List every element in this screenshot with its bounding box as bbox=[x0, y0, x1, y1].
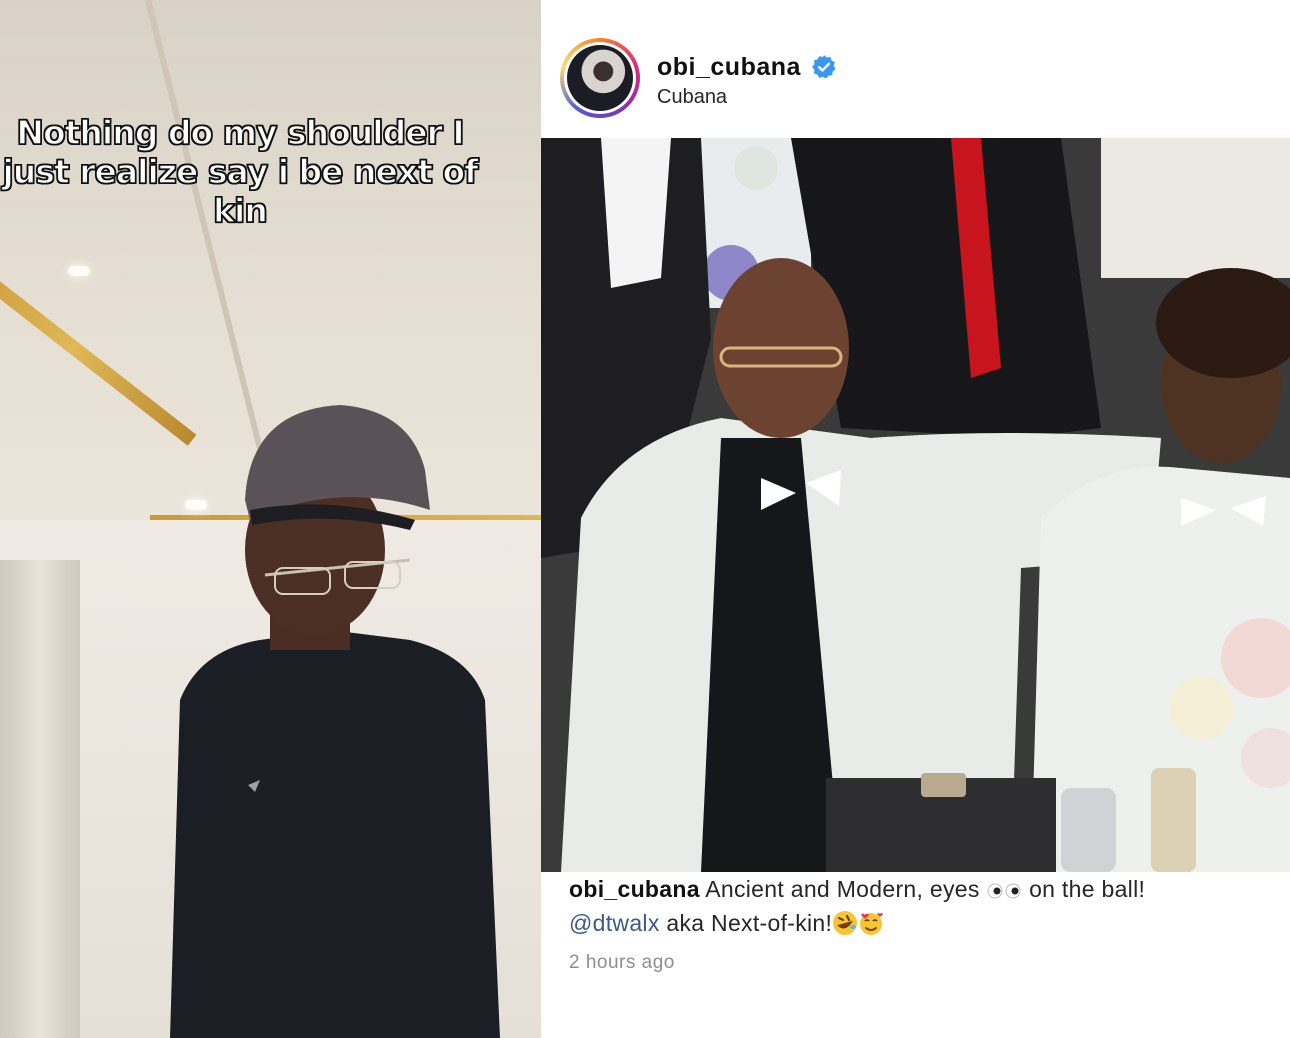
caption-text: Ancient and Modern, eyes bbox=[705, 876, 980, 902]
post-header: obi_cubana Cubana bbox=[541, 0, 1290, 138]
smiling-hearts-emoji-icon bbox=[860, 913, 884, 935]
instagram-post: obi_cubana Cubana obi_cubana Ancient and… bbox=[541, 0, 1290, 1038]
post-timestamp: 2 hours ago bbox=[569, 952, 675, 973]
curtain bbox=[0, 560, 80, 1038]
video-caption-overlay: Nothing do my shoulder I just realize sa… bbox=[0, 112, 480, 231]
caption-mention[interactable]: @dtwalx bbox=[569, 910, 660, 936]
post-photo bbox=[541, 138, 1290, 872]
caption-text: aka Next-of-kin! bbox=[666, 910, 833, 936]
username-row: obi_cubana bbox=[657, 52, 837, 82]
left-video-panel: Nothing do my shoulder I just realize sa… bbox=[0, 0, 541, 1038]
caption-username[interactable]: obi_cubana bbox=[569, 876, 700, 902]
caption-text: on the ball! bbox=[1029, 876, 1146, 902]
post-location[interactable]: Cubana bbox=[657, 86, 727, 109]
post-caption: obi_cubana Ancient and Modern, eyes on t… bbox=[569, 872, 1279, 940]
avatar-border bbox=[564, 42, 636, 114]
avatar[interactable] bbox=[560, 38, 640, 118]
rolling-laughing-emoji-icon bbox=[833, 911, 858, 935]
avatar-photo bbox=[567, 45, 633, 111]
verified-badge-icon bbox=[812, 55, 836, 79]
eyes-emoji-icon bbox=[987, 883, 1021, 899]
overlay-line: Nothing do my shoulder I bbox=[16, 112, 466, 153]
ceiling-light bbox=[68, 266, 90, 276]
person-in-cap-figure bbox=[170, 405, 500, 1038]
overlay-line: kin bbox=[212, 190, 268, 231]
post-username[interactable]: obi_cubana bbox=[657, 53, 801, 82]
overlay-line: just realize say i be next of bbox=[2, 151, 479, 192]
